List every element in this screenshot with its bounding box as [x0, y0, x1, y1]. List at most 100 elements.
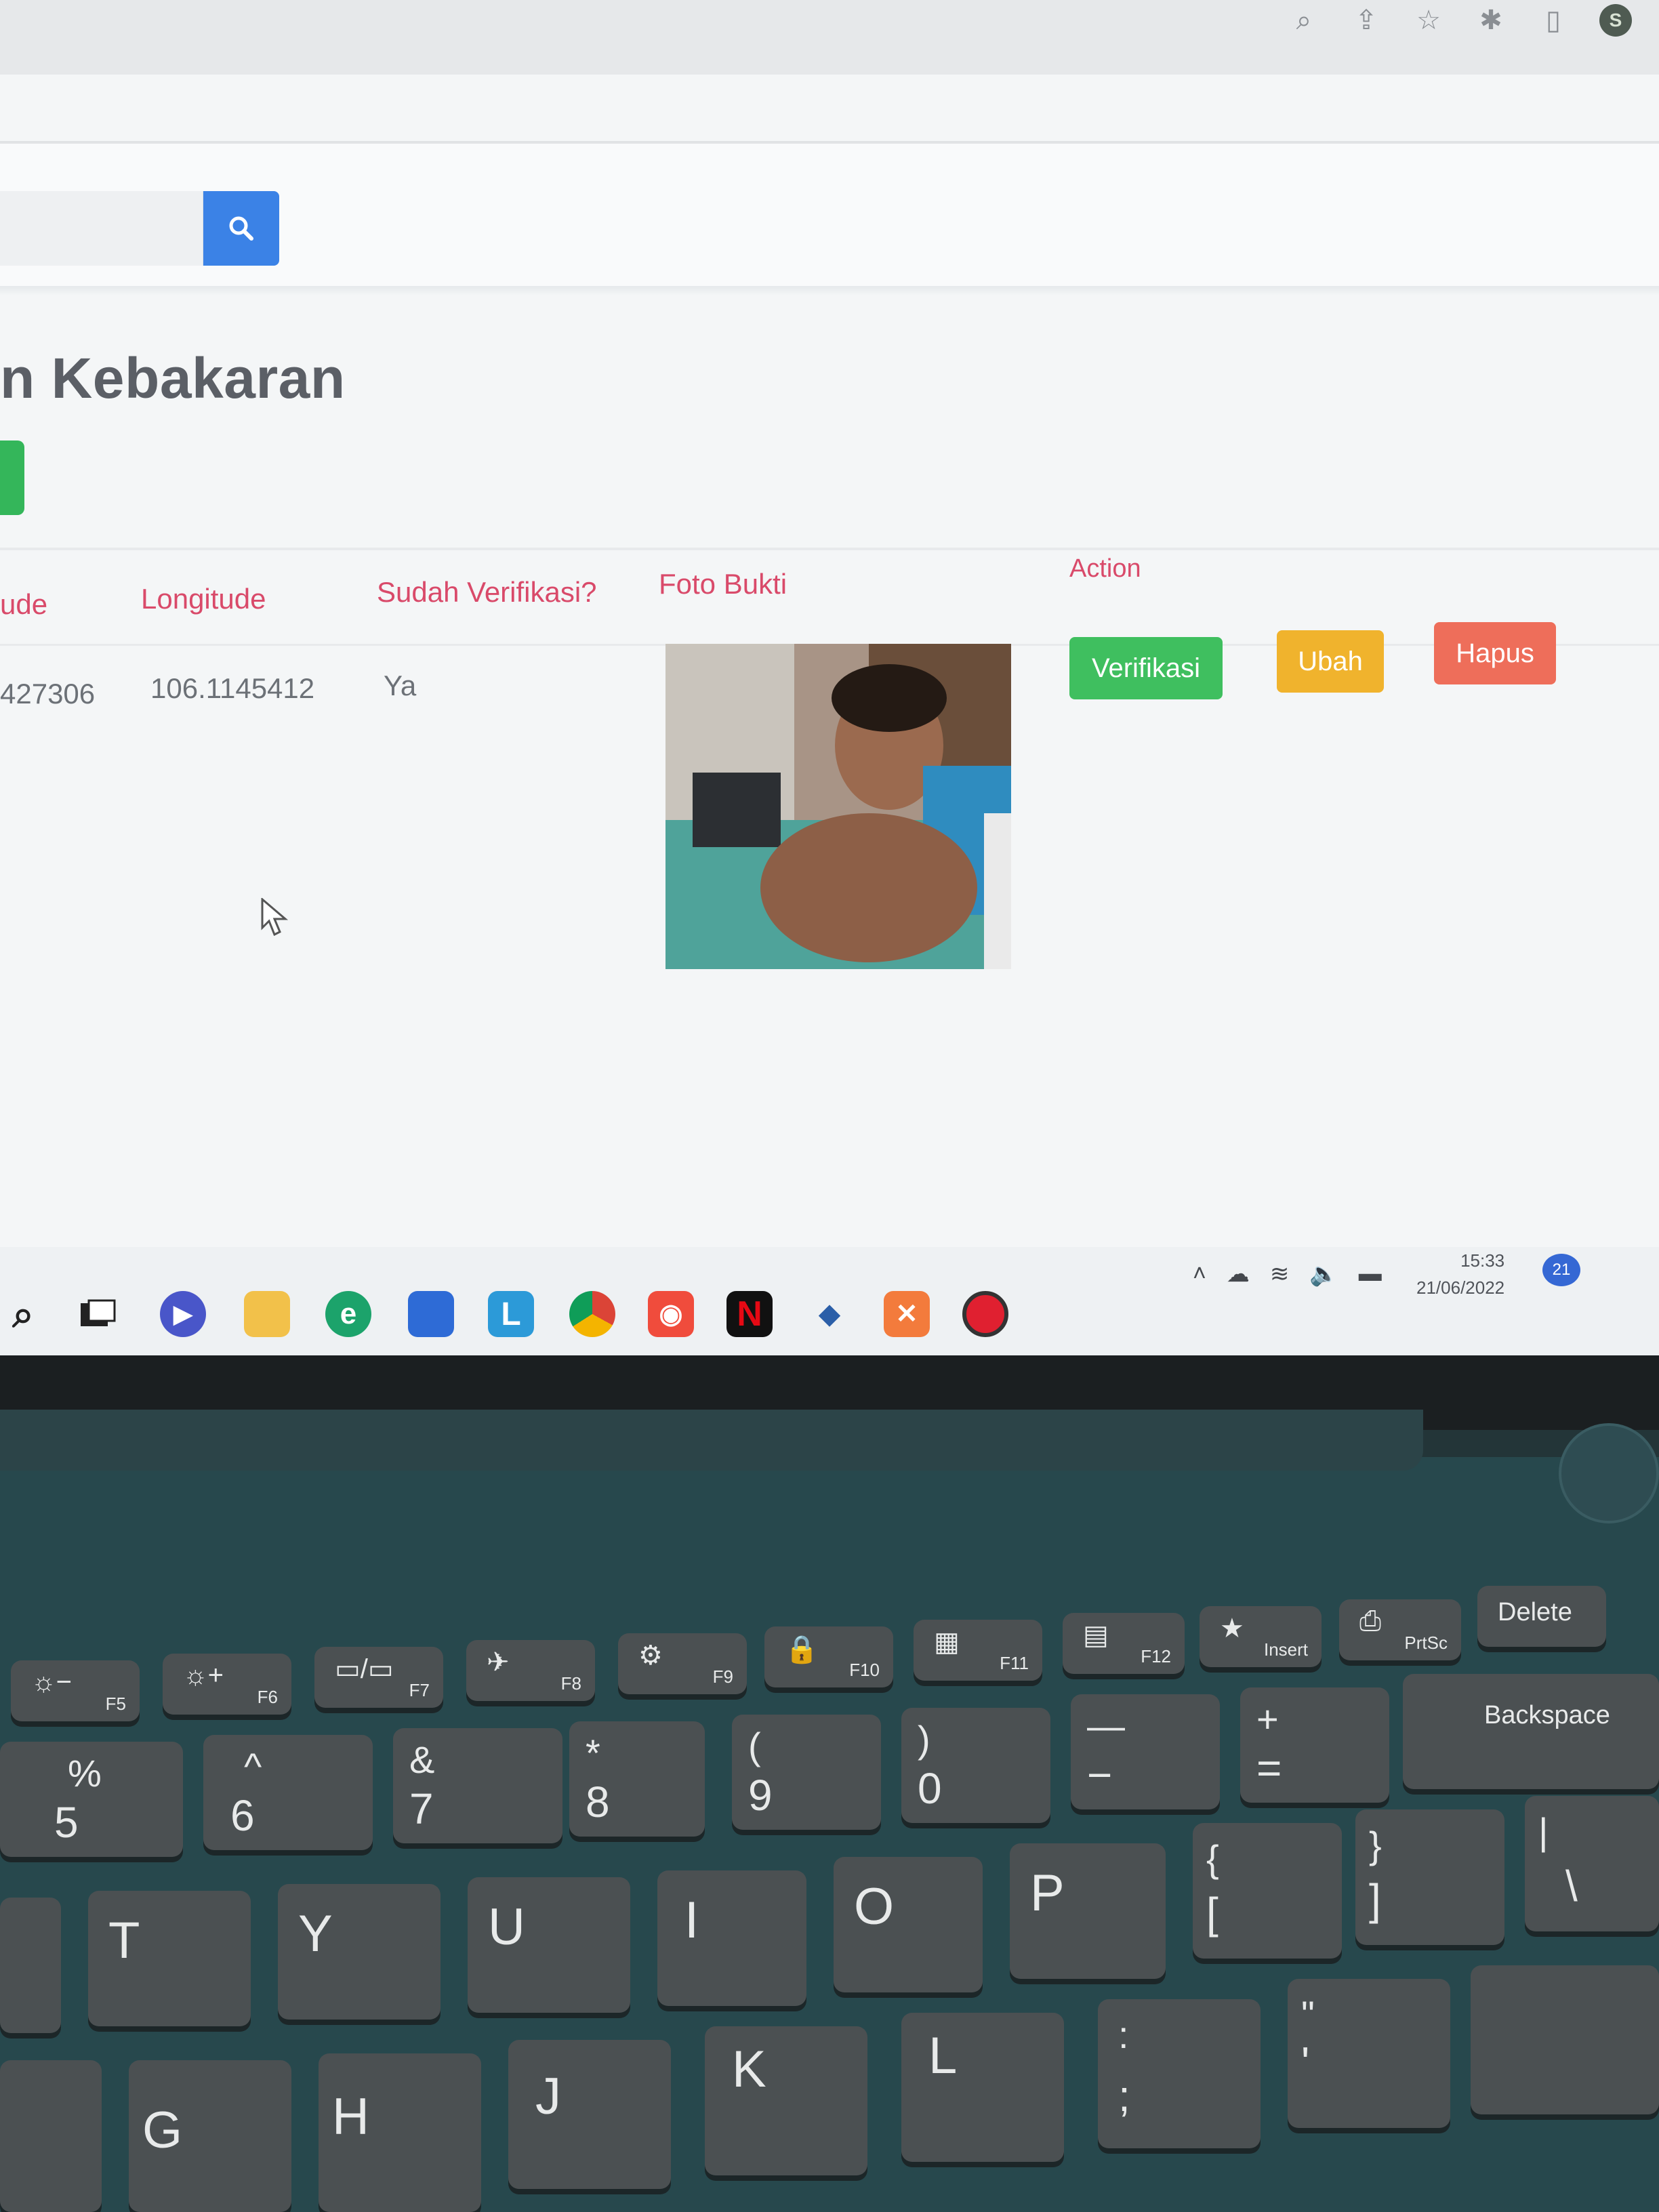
xampp-icon[interactable]: ✕ — [884, 1291, 930, 1337]
mouse-cursor-icon — [261, 898, 289, 937]
key-prtsc: ⎙ PrtSc — [1339, 1599, 1461, 1660]
cell-latitude: 427306 — [0, 678, 96, 710]
key-l: L — [901, 2013, 1064, 2162]
key-label: Backspace — [1484, 1701, 1610, 1729]
browser-toolbar: ⌕ ⇪ ☆ ✱ ▯ S — [0, 0, 1659, 75]
key-f5: ☼− F5 — [11, 1660, 140, 1721]
key-label: Y — [298, 1905, 333, 1963]
key-label: O — [854, 1878, 895, 1936]
key-label: F6 — [257, 1687, 278, 1707]
search-icon — [229, 216, 253, 241]
key-icon: ▤ — [1083, 1620, 1109, 1650]
chrome-icon[interactable] — [569, 1291, 615, 1337]
key-f6: ☼+ F6 — [163, 1654, 291, 1715]
key-t: T — [88, 1891, 251, 2026]
meet-icon[interactable]: ▶ — [160, 1291, 206, 1337]
key-lower: ; — [1118, 2072, 1130, 2121]
key-semicolon: :; — [1098, 1999, 1261, 2148]
navbar-shadow — [0, 286, 1659, 295]
key-upper: & — [409, 1738, 435, 1781]
store-icon[interactable] — [408, 1291, 454, 1337]
key-icon: ⎙ — [1359, 1606, 1381, 1636]
column-header-verified: Sudah Verifikasi? — [377, 576, 597, 608]
key-icon: ✈ — [487, 1647, 510, 1677]
key-label: Insert — [1263, 1639, 1308, 1660]
search-button[interactable] — [203, 191, 279, 266]
key-upper: ( — [748, 1725, 761, 1767]
share-icon[interactable]: ⇪ — [1350, 4, 1382, 37]
search-input[interactable] — [0, 191, 203, 266]
laptop-hinge — [0, 1410, 1423, 1471]
edge-icon[interactable]: e — [325, 1291, 371, 1337]
browser-toolbar-icons: ⌕ ⇪ ☆ ✱ ▯ S — [1288, 0, 1632, 41]
key-label: U — [488, 1898, 525, 1956]
cloud-icon[interactable]: ☁ — [1227, 1261, 1250, 1288]
key-lower: − — [1087, 1750, 1113, 1799]
key-lower: 6 — [230, 1791, 255, 1840]
app-blue-icon[interactable]: ◆ — [806, 1291, 853, 1337]
extensions-icon[interactable]: ✱ — [1475, 4, 1507, 37]
notification-badge[interactable]: 21 — [1542, 1254, 1580, 1286]
key-f10: 🔒 F10 — [764, 1626, 893, 1687]
key-lower: 7 — [409, 1784, 434, 1833]
task-view-icon[interactable] — [75, 1291, 121, 1337]
clock-time: 15:33 — [1460, 1250, 1505, 1271]
key-label: F11 — [1000, 1653, 1029, 1673]
add-button[interactable] — [0, 441, 24, 515]
app-red-icon[interactable]: ◉ — [648, 1291, 694, 1337]
delete-button[interactable]: Hapus — [1434, 622, 1556, 684]
file-explorer-icon[interactable] — [244, 1291, 290, 1337]
zoom-icon[interactable]: ⌕ — [1288, 4, 1320, 37]
key-label: K — [732, 2041, 766, 2098]
system-tray: ˄ ☁ ≋ 🔈 ▬ — [1193, 1261, 1382, 1288]
record-icon[interactable] — [962, 1291, 1008, 1337]
bookmark-star-icon[interactable]: ☆ — [1412, 4, 1445, 37]
l-app-icon[interactable]: L — [488, 1291, 534, 1337]
evidence-photo[interactable] — [665, 644, 1011, 969]
key-backslash: | \ — [1525, 1796, 1659, 1931]
netflix-icon[interactable]: N — [726, 1291, 773, 1337]
key-label: Delete — [1498, 1598, 1572, 1626]
sidebar-icon[interactable]: ▯ — [1537, 4, 1570, 37]
key-insert: ★ Insert — [1200, 1606, 1322, 1667]
key-label: F7 — [409, 1680, 430, 1700]
key-lower: [ — [1206, 1889, 1218, 1938]
key-h: H — [319, 2053, 481, 2212]
key-r-partial — [0, 1898, 61, 2033]
key-icon: ⚙ — [638, 1641, 663, 1671]
key-label: P — [1030, 1864, 1065, 1922]
key-label: H — [332, 2088, 369, 2146]
chevron-up-icon[interactable]: ˄ — [1193, 1261, 1206, 1288]
key-y: Y — [278, 1884, 441, 2020]
edit-button[interactable]: Ubah — [1277, 630, 1384, 693]
key-6: ^ 6 — [203, 1735, 373, 1850]
key-label: F10 — [849, 1660, 880, 1680]
key-enter — [1471, 1965, 1659, 2114]
verify-button[interactable]: Verifikasi — [1069, 637, 1223, 699]
key-icon: 🔒 — [785, 1635, 819, 1664]
key-o: O — [834, 1857, 983, 1992]
key-lower: ] — [1369, 1875, 1381, 1924]
power-button-icon — [1559, 1423, 1659, 1523]
cell-verified: Ya — [384, 670, 417, 701]
taskbar-clock[interactable]: 15:33 21/06/2022 — [1416, 1247, 1504, 1301]
volume-icon[interactable]: 🔈 — [1309, 1261, 1338, 1288]
key-k: K — [705, 2026, 867, 2175]
key-p: P — [1010, 1843, 1166, 1979]
key-f9: ⚙ F9 — [618, 1633, 747, 1694]
cell-longitude: 106.1145412 — [150, 672, 315, 704]
key-label: G — [142, 2102, 183, 2159]
battery-icon[interactable]: ▬ — [1359, 1261, 1382, 1288]
key-9: (9 — [732, 1715, 881, 1830]
profile-avatar[interactable]: S — [1599, 4, 1632, 37]
key-i: I — [657, 1870, 806, 2006]
search-icon[interactable]: ⌕ — [0, 1291, 46, 1337]
key-upper: + — [1256, 1698, 1279, 1740]
key-j: J — [508, 2040, 671, 2189]
key-upper: { — [1206, 1837, 1219, 1880]
wifi-icon[interactable]: ≋ — [1270, 1261, 1290, 1288]
key-label: J — [535, 2068, 561, 2125]
key-8: * 8 — [569, 1721, 705, 1837]
key-label: L — [928, 2027, 958, 2085]
key-minus: — − — [1071, 1694, 1220, 1809]
